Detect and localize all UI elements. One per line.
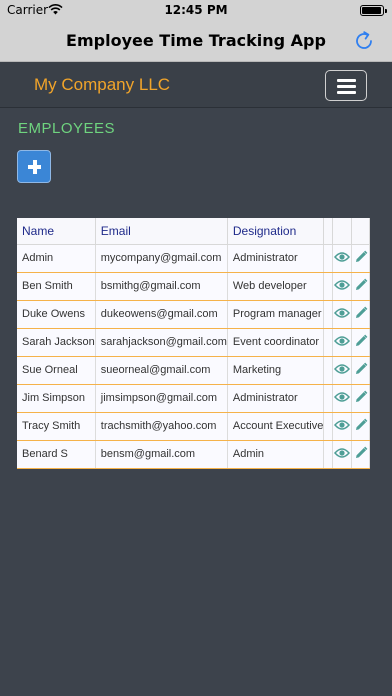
employee-email-cell: bsmithg@gmail.com xyxy=(95,272,228,301)
employee-email-cell: mycompany@gmail.com xyxy=(95,244,228,273)
spacer-cell xyxy=(323,244,333,273)
pencil-icon[interactable] xyxy=(354,418,368,435)
view-cell xyxy=(332,300,353,329)
spacer-cell xyxy=(323,384,333,413)
pencil-icon[interactable] xyxy=(354,306,368,323)
edit-cell xyxy=(351,412,370,441)
employee-designation-cell: Event coordinator xyxy=(227,328,325,357)
table-row: Sue Orneal sueorneal@gmail.com Marketing xyxy=(17,356,370,385)
pencil-icon[interactable] xyxy=(354,334,368,351)
eye-icon[interactable] xyxy=(333,251,350,266)
view-cell xyxy=(332,328,353,357)
employee-email-cell: dukeowens@gmail.com xyxy=(95,300,228,329)
page-title: Employee Time Tracking App xyxy=(66,31,326,50)
table-row: Duke Owens dukeowens@gmail.com Program man… xyxy=(17,300,370,329)
employees-table: Name Email Designation Admin mycompany@gm… xyxy=(17,218,370,469)
view-cell xyxy=(332,440,353,469)
view-cell xyxy=(332,412,353,441)
view-cell xyxy=(332,384,353,413)
battery-icon xyxy=(360,5,387,16)
column-header-email[interactable]: Email xyxy=(95,218,228,245)
eye-icon[interactable] xyxy=(333,363,350,378)
employee-name-cell: Jim Simpson xyxy=(17,384,96,413)
view-cell xyxy=(332,272,353,301)
column-header-designation[interactable]: Designation xyxy=(227,218,325,245)
table-row: Tracy Smith trachsmith@yahoo.com Account E… xyxy=(17,412,370,441)
employee-name-cell: Tracy Smith xyxy=(17,412,96,441)
employee-name-cell: Benard S xyxy=(17,440,96,469)
spacer-cell xyxy=(323,272,333,301)
edit-cell xyxy=(351,440,370,469)
spacer-cell xyxy=(323,440,333,469)
spacer-cell xyxy=(323,356,333,385)
clock-label: 12:45 PM xyxy=(164,3,228,17)
employee-designation-cell: Administrator xyxy=(227,244,325,273)
view-cell xyxy=(332,244,353,273)
table-header-row: Name Email Designation xyxy=(17,218,370,245)
spacer-cell xyxy=(323,412,333,441)
employee-designation-cell: Web developer xyxy=(227,272,325,301)
employee-name-cell: Sue Orneal xyxy=(17,356,96,385)
employee-email-cell: bensm@gmail.com xyxy=(95,440,228,469)
navigation-bar: Employee Time Tracking App xyxy=(0,20,392,62)
employee-email-cell: sarahjackson@gmail.com xyxy=(95,328,228,357)
edit-cell xyxy=(351,328,370,357)
table-row: Benard Sbensm@gmail.com Admin xyxy=(17,440,370,469)
eye-icon[interactable] xyxy=(333,447,350,462)
edit-cell xyxy=(351,384,370,413)
add-employee-button[interactable] xyxy=(17,150,51,183)
employee-designation-cell: Program manager xyxy=(227,300,325,329)
spacer-cell xyxy=(323,300,333,329)
eye-icon[interactable] xyxy=(333,279,350,294)
employee-name-cell: Ben Smith xyxy=(17,272,96,301)
employee-designation-cell: Admin xyxy=(227,440,325,469)
employee-name-cell: Admin xyxy=(17,244,96,273)
pencil-icon[interactable] xyxy=(354,250,368,267)
edit-cell xyxy=(351,244,370,273)
employee-email-cell: jimsimpson@gmail.com xyxy=(95,384,228,413)
eye-icon[interactable] xyxy=(333,391,350,406)
eye-icon[interactable] xyxy=(333,419,350,434)
column-header-view xyxy=(332,218,353,245)
column-header-edit xyxy=(351,218,370,245)
edit-cell xyxy=(351,356,370,385)
employee-designation-cell: Marketing xyxy=(227,356,325,385)
table-row: Ben Smith bsmithg@gmail.com Web developer xyxy=(17,272,370,301)
section-title: EMPLOYEES xyxy=(18,120,116,137)
menu-line xyxy=(337,79,356,82)
eye-icon[interactable] xyxy=(333,307,350,322)
pencil-icon[interactable] xyxy=(354,278,368,295)
pencil-icon[interactable] xyxy=(354,446,368,463)
refresh-icon[interactable] xyxy=(352,29,376,53)
menu-line xyxy=(337,91,356,94)
column-header-name[interactable]: Name xyxy=(17,218,96,245)
pencil-icon[interactable] xyxy=(354,362,368,379)
pencil-icon[interactable] xyxy=(354,390,368,407)
employee-email-cell: sueorneal@gmail.com xyxy=(95,356,228,385)
company-name[interactable]: My Company LLC xyxy=(34,75,170,95)
employee-name-cell: Duke Owens xyxy=(17,300,96,329)
table-row: Jim Simpson jimsimpson@gmail.com Administr… xyxy=(17,384,370,413)
employee-designation-cell: Account Executive xyxy=(227,412,325,441)
table-row: Admin mycompany@gmail.com Administrator xyxy=(17,244,370,273)
column-header-spacer xyxy=(323,218,333,245)
app-header: My Company LLC xyxy=(0,62,392,108)
table-row: Sarah Jackson sarahjackson@gmail.com Event… xyxy=(17,328,370,357)
employee-email-cell: trachsmith@yahoo.com xyxy=(95,412,228,441)
employee-designation-cell: Administrator xyxy=(227,384,325,413)
view-cell xyxy=(332,356,353,385)
status-bar: Carrier 12:45 PM xyxy=(0,0,392,20)
eye-icon[interactable] xyxy=(333,335,350,350)
edit-cell xyxy=(351,300,370,329)
employee-name-cell: Sarah Jackson xyxy=(17,328,96,357)
hamburger-menu-icon[interactable] xyxy=(325,70,367,101)
spacer-cell xyxy=(323,328,333,357)
edit-cell xyxy=(351,272,370,301)
menu-line xyxy=(337,85,356,88)
